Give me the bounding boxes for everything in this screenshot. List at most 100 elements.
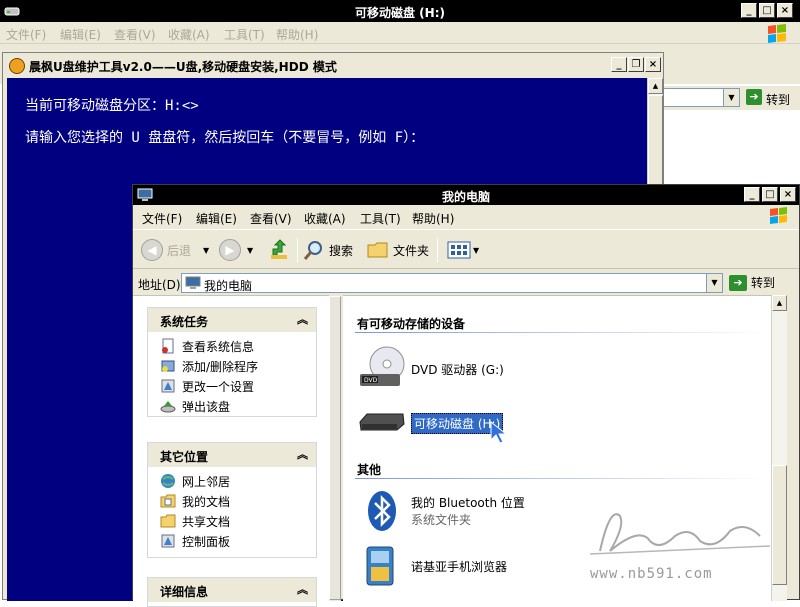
chevron-up-icon[interactable]: ︽: [297, 446, 308, 462]
close-button[interactable]: ×: [777, 3, 793, 18]
removable-disk-titlebar[interactable]: 可移动磁盘 (H:) _ □ ×: [0, 0, 800, 22]
place-label: 共享文档: [182, 514, 231, 529]
back-button[interactable]: ◀ 后退 ▼: [141, 238, 209, 262]
task-add-remove-programs[interactable]: 添加/删除程序: [148, 356, 316, 376]
site-watermark: www.nb591.com: [580, 496, 780, 586]
toolbar-separator: [437, 238, 438, 262]
bluetooth-item[interactable]: 我的 Bluetooth 位置 系统文件夹: [357, 486, 525, 536]
menu-view[interactable]: 查看(V): [250, 210, 292, 227]
place-control-panel[interactable]: 控制面板: [148, 531, 316, 551]
minimize-button[interactable]: _: [744, 187, 760, 202]
up-arrow-icon: [271, 239, 287, 259]
scroll-thumb[interactable]: [329, 296, 341, 600]
folder-icon: [367, 242, 388, 258]
item-sublabel: 系统文件夹: [411, 513, 472, 527]
app-icon: [9, 58, 25, 74]
go-arrow-icon: ➔: [729, 274, 747, 291]
removable-disk-item[interactable]: 可移动磁盘 (H:): [357, 398, 511, 448]
panel-header[interactable]: 详细信息 ︽: [148, 578, 316, 602]
address-input[interactable]: 我的电脑 ▼: [181, 273, 723, 293]
menu-bar: 文件(F) 编辑(E) 查看(V) 收藏(A) 工具(T) 帮助(H): [133, 205, 799, 227]
mouse-cursor-icon: [490, 420, 508, 444]
back-arrow-icon: ◀: [141, 239, 163, 261]
scroll-thumb[interactable]: [648, 95, 663, 187]
maximize-button[interactable]: □: [762, 187, 778, 202]
group-header: 其他: [357, 463, 382, 477]
place-my-documents[interactable]: 我的文档: [148, 491, 316, 511]
task-pane-scrollbar[interactable]: [329, 295, 341, 601]
chevron-down-icon[interactable]: ▼: [203, 246, 209, 255]
menu-file[interactable]: 文件(F): [142, 210, 182, 227]
chevron-down-icon[interactable]: ▼: [247, 246, 253, 255]
system-info-icon: [162, 338, 174, 354]
restore-button[interactable]: ❐: [628, 57, 644, 72]
minimize-button[interactable]: _: [741, 3, 757, 18]
views-button[interactable]: ▼: [447, 238, 479, 262]
group-header: 有可移动存储的设备: [357, 317, 466, 331]
place-shared-documents[interactable]: 共享文档: [148, 511, 316, 531]
dvd-drive-icon: DVD: [360, 346, 405, 386]
up-folder-button[interactable]: [269, 238, 291, 262]
console-titlebar[interactable]: 晨枫U盘维护工具v2.0——U盘,移动硬盘安装,HDD 模式 _ ❐ ×: [3, 53, 663, 77]
svg-text:DVD: DVD: [364, 377, 378, 384]
panel-title: 详细信息: [160, 585, 209, 599]
chevron-down-icon[interactable]: ▼: [473, 246, 479, 255]
task-eject-disk[interactable]: 弹出该盘: [148, 396, 316, 416]
menu-favorites[interactable]: 收藏(A): [168, 26, 210, 43]
other-places-panel: 其它位置 ︽ 网上邻居 我的文档 共享文档 控制面板: [147, 442, 317, 558]
chevron-down-icon[interactable]: ▼: [706, 274, 722, 292]
menu-bar: 文件(F) 编辑(E) 查看(V) 收藏(A) 工具(T) 帮助(H): [0, 22, 800, 44]
menu-tools[interactable]: 工具(T): [224, 26, 265, 43]
close-button[interactable]: ×: [645, 57, 661, 72]
place-network[interactable]: 网上邻居: [148, 471, 316, 491]
address-input[interactable]: ▼: [662, 88, 740, 107]
chevron-up-icon[interactable]: ︽: [297, 311, 308, 327]
my-documents-icon: [160, 494, 176, 508]
nokia-phone-browser-icon: [366, 546, 394, 586]
task-label: 弹出该盘: [182, 399, 231, 414]
search-button[interactable]: 搜索: [303, 238, 353, 262]
menu-edit[interactable]: 编辑(E): [196, 210, 237, 227]
place-label: 网上邻居: [182, 474, 231, 489]
maximize-button[interactable]: □: [759, 3, 775, 18]
menu-view[interactable]: 查看(V): [114, 26, 156, 43]
control-panel-icon: [161, 534, 175, 548]
scroll-up-icon[interactable]: ▲: [772, 295, 787, 311]
chevron-up-icon[interactable]: ︽: [297, 581, 308, 597]
minimize-button[interactable]: _: [611, 57, 627, 72]
bluetooth-icon: [368, 491, 396, 531]
standard-toolbar: ◀ 后退 ▼ ▶ ▼ 搜索 文件夹 ▼: [133, 229, 799, 269]
back-label: 后退: [167, 243, 192, 258]
forward-button[interactable]: ▶ ▼: [219, 238, 253, 262]
menu-help[interactable]: 帮助(H): [276, 26, 318, 43]
task-view-system-info[interactable]: 查看系统信息: [148, 336, 316, 356]
item-label: 诺基亚手机浏览器: [411, 559, 508, 574]
chevron-down-icon[interactable]: ▼: [723, 89, 739, 106]
nokia-browser-item[interactable]: 诺基亚手机浏览器: [357, 541, 507, 591]
panel-header[interactable]: 其它位置 ︽: [148, 443, 316, 467]
search-label: 搜索: [329, 243, 354, 258]
task-change-setting[interactable]: 更改一个设置: [148, 376, 316, 396]
menu-file[interactable]: 文件(F): [6, 26, 46, 43]
scroll-up-icon[interactable]: ▲: [648, 78, 663, 94]
menu-help[interactable]: 帮助(H): [412, 210, 454, 227]
add-remove-programs-icon: [161, 360, 175, 372]
watermark-logo: [589, 513, 771, 555]
go-button[interactable]: 转到: [766, 91, 790, 108]
panel-header[interactable]: 系统任务 ︽: [148, 308, 316, 332]
network-icon: [161, 474, 175, 488]
window-title: 可移动磁盘 (H:): [355, 6, 445, 20]
menu-favorites[interactable]: 收藏(A): [304, 210, 346, 227]
menu-edit[interactable]: 编辑(E): [60, 26, 101, 43]
folders-button[interactable]: 文件夹: [367, 238, 429, 262]
address-label: 地址(D): [138, 278, 181, 292]
menu-tools[interactable]: 工具(T): [360, 210, 401, 227]
windows-logo-icon: [770, 207, 787, 224]
go-arrow-icon[interactable]: ➔: [746, 89, 762, 105]
item-label: 我的 Bluetooth 位置: [411, 496, 525, 510]
close-button[interactable]: ×: [780, 187, 796, 202]
dvd-drive-item[interactable]: DVD DVD 驱动器 (G:): [357, 344, 504, 394]
my-computer-titlebar[interactable]: 我的电脑 _ □ ×: [133, 185, 799, 205]
group-divider: [355, 478, 769, 479]
go-button[interactable]: ➔ 转到: [729, 274, 775, 291]
